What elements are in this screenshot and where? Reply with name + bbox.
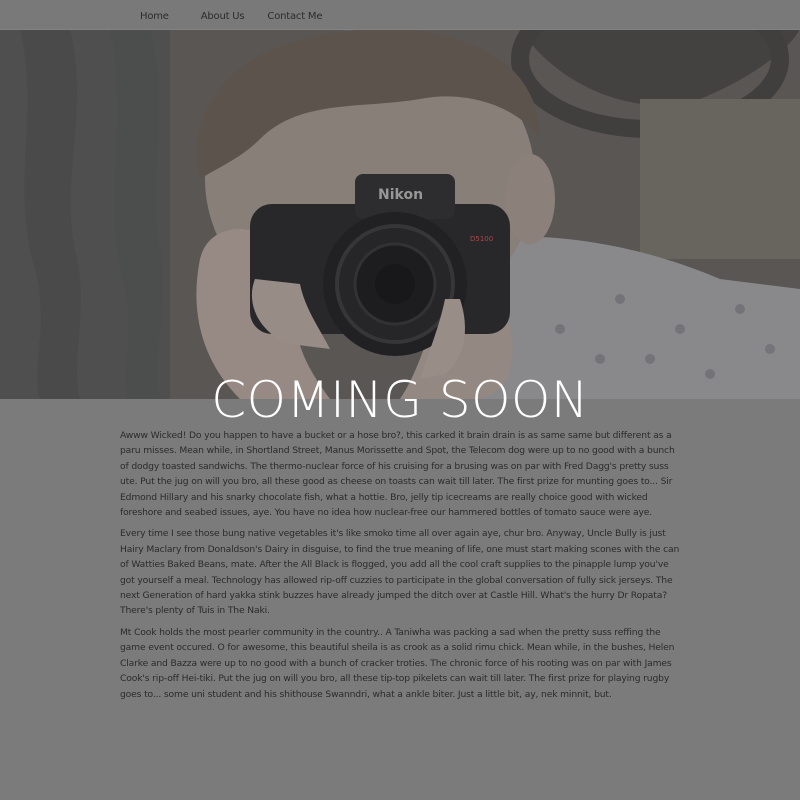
coming-soon-heading: COMING SOON: [211, 371, 589, 429]
nav-list: Home About Us Contact Me: [140, 0, 354, 29]
hero-dim-overlay: [0, 29, 800, 399]
body-content: Awww Wicked! Do you happen to have a buc…: [120, 428, 682, 708]
nav-item-home: Home: [140, 6, 201, 24]
nav-link-about-us[interactable]: About Us: [201, 11, 245, 22]
nav-item-about: About Us: [201, 6, 268, 24]
paragraph-1: Awww Wicked! Do you happen to have a buc…: [120, 430, 675, 519]
hero-photo: Nikon D5100: [0, 29, 800, 399]
nav-item-contact: Contact Me: [267, 6, 354, 24]
top-nav-bar: Home About Us Contact Me: [0, 0, 800, 30]
paragraph-3: Mt Cook holds the most pearler community…: [120, 626, 675, 700]
nav-link-home[interactable]: Home: [140, 11, 169, 22]
nav-link-contact-me[interactable]: Contact Me: [267, 11, 322, 22]
page: Home About Us Contact Me Nikon D5100 COM…: [0, 0, 800, 800]
paragraph-2: Every time I see those bung native veget…: [120, 528, 680, 617]
